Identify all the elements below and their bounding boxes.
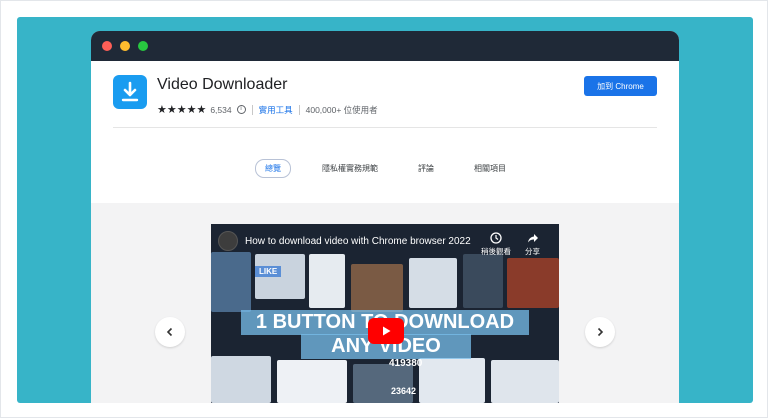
extension-meta: ★★★★★ 6,534 i 實用工具 400,000+ 位使用者 xyxy=(157,103,378,116)
watch-later-label: 稍後觀看 xyxy=(481,247,511,256)
chevron-right-icon[interactable] xyxy=(585,317,615,347)
channel-avatar[interactable] xyxy=(218,231,238,251)
maximize-window-button[interactable] xyxy=(138,41,148,51)
category-link[interactable]: 實用工具 xyxy=(259,104,293,116)
collage-tile xyxy=(211,356,271,403)
tab-overview[interactable]: 總覽 xyxy=(255,159,291,178)
collage-tile xyxy=(491,360,559,403)
share-button[interactable]: 分享 xyxy=(525,232,540,257)
extension-title: Video Downloader xyxy=(157,76,288,93)
minimize-window-button[interactable] xyxy=(120,41,130,51)
youtube-play-icon[interactable] xyxy=(368,318,404,344)
screenshot-frame: Video Downloader ★★★★★ 6,534 i 實用工具 400,… xyxy=(0,0,768,418)
like-badge: LIKE xyxy=(255,266,282,277)
collage-tile xyxy=(419,358,485,403)
collage-tile xyxy=(507,258,559,308)
user-count: 400,000+ 位使用者 xyxy=(305,104,378,115)
rating-count[interactable]: 6,534 xyxy=(210,105,231,115)
clock-icon xyxy=(490,232,502,244)
collage-tile xyxy=(463,254,503,308)
share-arrow-icon xyxy=(527,234,538,243)
background-panel: Video Downloader ★★★★★ 6,534 i 實用工具 400,… xyxy=(17,17,753,403)
collage-tile xyxy=(211,252,251,312)
tab-reviews[interactable]: 評論 xyxy=(409,160,443,177)
close-window-button[interactable] xyxy=(102,41,112,51)
collage-tile xyxy=(409,258,457,308)
tab-related[interactable]: 相關項目 xyxy=(465,160,515,177)
video-player[interactable]: How to download video with Chrome browse… xyxy=(211,224,559,403)
collage-tile xyxy=(277,360,347,403)
window-titlebar xyxy=(91,31,679,61)
download-arrow-icon xyxy=(113,75,147,109)
add-to-chrome-button[interactable]: 加到 Chrome xyxy=(584,76,657,96)
rating-stars: ★★★★★ xyxy=(157,104,207,116)
collage-tile xyxy=(353,364,413,403)
chevron-left-icon[interactable] xyxy=(155,317,185,347)
collage-tile xyxy=(309,254,345,308)
small-counter: 23642 xyxy=(391,386,417,396)
watch-later-button[interactable]: 稍後觀看 xyxy=(481,232,511,257)
collage-tile xyxy=(351,264,403,312)
extension-header: Video Downloader ★★★★★ 6,534 i 實用工具 400,… xyxy=(91,61,679,141)
video-title[interactable]: How to download video with Chrome browse… xyxy=(245,236,471,247)
header-divider xyxy=(113,127,657,128)
info-icon[interactable]: i xyxy=(236,105,246,114)
meta-divider xyxy=(298,104,300,115)
tab-privacy[interactable]: 隱私權實務規範 xyxy=(313,160,387,177)
view-counter: 419380 xyxy=(389,358,423,369)
media-gallery: How to download video with Chrome browse… xyxy=(91,203,679,403)
share-label: 分享 xyxy=(525,247,540,256)
browser-window: Video Downloader ★★★★★ 6,534 i 實用工具 400,… xyxy=(91,31,679,403)
meta-divider xyxy=(251,104,253,115)
tab-bar: 總覽 隱私權實務規範 評論 相關項目 xyxy=(91,159,679,178)
